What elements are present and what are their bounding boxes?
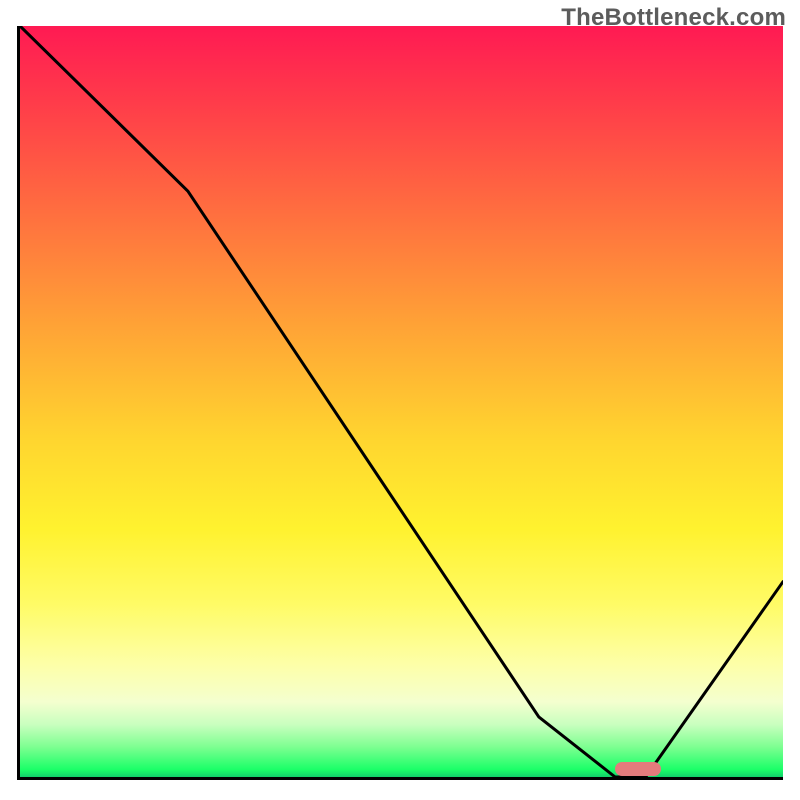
chart-stage: TheBottleneck.com <box>0 0 800 800</box>
watermark-text: TheBottleneck.com <box>561 4 786 32</box>
plot-area <box>20 26 783 777</box>
optimal-marker <box>615 762 661 776</box>
series-bottleneck-curve <box>20 26 783 777</box>
line-curve <box>20 26 783 777</box>
